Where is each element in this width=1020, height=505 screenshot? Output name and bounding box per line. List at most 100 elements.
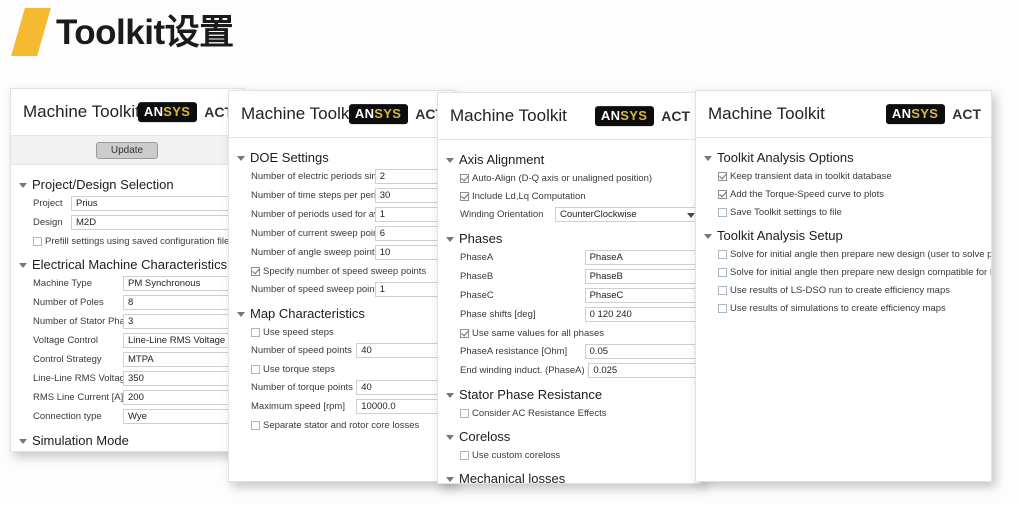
text-field[interactable]: 200 <box>123 390 243 405</box>
dropdown-field[interactable]: CounterClockwise <box>555 207 700 222</box>
field-row[interactable]: Line-Line RMS Voltage [V] 350 <box>11 370 243 387</box>
checkbox-row[interactable]: Use results of simulations to create eff… <box>696 300 991 316</box>
caret-down-icon[interactable] <box>446 477 454 482</box>
field-row[interactable]: Number of periods used for aver... 1 <box>229 206 454 223</box>
field-row[interactable]: Number of Poles 8 <box>11 294 243 311</box>
field-row[interactable]: Maximum speed [rpm] 10000.0 <box>229 398 454 415</box>
field-row[interactable]: End winding induct. (PhaseA) [mH] 0.025 <box>438 362 700 379</box>
caret-down-icon[interactable] <box>237 312 245 317</box>
field-row[interactable]: Number of Stator Phases 3 <box>11 313 243 330</box>
machine-toolkit-panel-2[interactable]: Machine Toolkit ANSYS ACT DOE Settings Numbe… <box>228 90 455 482</box>
text-field[interactable]: Wye <box>123 409 243 424</box>
caret-down-icon[interactable] <box>446 158 454 163</box>
checkbox-unchecked-icon[interactable] <box>251 364 260 374</box>
checkbox-row[interactable]: Use custom coreloss <box>438 447 700 463</box>
text-field[interactable]: 0 120 240 <box>584 307 700 322</box>
text-field[interactable]: 0.05 <box>584 344 700 359</box>
field-row[interactable]: Number of angle sweep points 10 <box>229 244 454 261</box>
caret-down-icon[interactable] <box>19 263 27 268</box>
group-header[interactable]: Toolkit Analysis Setup <box>696 224 991 246</box>
group-header[interactable]: Mechanical losses <box>438 467 700 483</box>
field-row[interactable]: Number of speed sweep points 1 <box>229 281 454 298</box>
field-row[interactable]: PhaseB PhaseB <box>438 268 700 285</box>
checkbox-unchecked-icon[interactable] <box>251 327 260 337</box>
checkbox-checked-icon[interactable] <box>460 191 469 201</box>
field-row[interactable]: PhaseA PhaseA <box>438 249 700 266</box>
update-button[interactable]: Update <box>95 141 159 159</box>
checkbox-row[interactable]: Add the Torque-Speed curve to plots <box>696 186 991 202</box>
field-row[interactable]: Simulation ModeMotor <box>11 451 243 452</box>
checkbox-unchecked-icon[interactable] <box>33 236 42 246</box>
group-header[interactable]: Project/Design Selection <box>11 173 243 195</box>
checkbox-unchecked-icon[interactable] <box>460 450 469 460</box>
text-field[interactable]: 8 <box>123 295 243 310</box>
checkbox-row[interactable]: Use same values for all phases <box>438 325 700 341</box>
group-header[interactable]: Axis Alignment <box>438 148 700 170</box>
group-header[interactable]: Electrical Machine Characteristics <box>11 253 243 275</box>
caret-down-icon[interactable] <box>446 435 454 440</box>
text-field[interactable]: PhaseB <box>584 269 700 284</box>
text-field[interactable]: 3 <box>123 314 243 329</box>
checkbox-unchecked-icon[interactable] <box>251 420 260 430</box>
text-field[interactable]: PhaseC <box>584 288 700 303</box>
dropdown-field[interactable]: Prius <box>71 196 241 211</box>
field-row[interactable]: Winding Orientation CounterClockwise <box>438 206 700 223</box>
checkbox-row[interactable]: Specify number of speed sweep points <box>229 263 454 279</box>
field-row[interactable]: Number of torque points 40 <box>229 379 454 396</box>
checkbox-row[interactable]: Separate stator and rotor core losses <box>229 417 454 433</box>
caret-down-icon[interactable] <box>19 439 27 444</box>
field-row[interactable]: Machine Type PM Synchronous <box>11 275 243 292</box>
text-field[interactable]: 0.025 <box>588 363 700 378</box>
checkbox-row[interactable]: Use results of LS-DSO run to create effi… <box>696 282 991 298</box>
field-row[interactable]: RMS Line Current [A] 200 <box>11 389 243 406</box>
machine-toolkit-panel-4[interactable]: Machine Toolkit ANSYS ACT Toolkit Analysis … <box>695 90 992 482</box>
caret-down-icon[interactable] <box>237 156 245 161</box>
chevron-down-icon[interactable] <box>687 212 695 218</box>
group-header[interactable]: Map Characteristics <box>229 302 454 324</box>
checkbox-row[interactable]: Prefill settings using saved configurati… <box>11 233 243 249</box>
group-header[interactable]: Stator Phase Resistance <box>438 383 700 405</box>
field-row[interactable]: Number of speed points 40 <box>229 342 454 359</box>
text-field[interactable]: Line-Line RMS Voltage <box>123 333 243 348</box>
text-field[interactable]: PhaseA <box>584 250 700 265</box>
machine-toolkit-panel-1[interactable]: Machine Toolkit ANSYS ACT Update Project/Des… <box>10 88 244 452</box>
text-field[interactable]: PM Synchronous <box>123 276 243 291</box>
checkbox-unchecked-icon[interactable] <box>718 267 727 277</box>
checkbox-unchecked-icon[interactable] <box>718 207 727 217</box>
checkbox-row[interactable]: Keep transient data in toolkit database <box>696 168 991 184</box>
checkbox-checked-icon[interactable] <box>718 189 727 199</box>
field-row[interactable]: Control Strategy MTPA <box>11 351 243 368</box>
field-row[interactable]: PhaseC PhaseC <box>438 287 700 304</box>
checkbox-checked-icon[interactable] <box>718 171 727 181</box>
group-header[interactable]: Coreloss <box>438 425 700 447</box>
checkbox-row[interactable]: Include Ld,Lq Computation <box>438 188 700 204</box>
checkbox-row[interactable]: Use torque steps <box>229 361 454 377</box>
field-row[interactable]: Number of electric periods simu... 2 <box>229 168 454 185</box>
field-row[interactable]: Project Prius <box>11 195 243 212</box>
group-header[interactable]: DOE Settings <box>229 146 454 168</box>
group-header[interactable]: Toolkit Analysis Options <box>696 146 991 168</box>
checkbox-checked-icon[interactable] <box>460 328 469 338</box>
checkbox-row[interactable]: Save Toolkit settings to file <box>696 204 991 220</box>
field-row[interactable]: Design M2D <box>11 214 243 231</box>
field-row[interactable]: Voltage Control Line-Line RMS Voltage <box>11 332 243 349</box>
machine-toolkit-panel-3[interactable]: Machine Toolkit ANSYS ACT Axis Alignment Aut… <box>437 92 701 484</box>
checkbox-checked-icon[interactable] <box>251 266 260 276</box>
caret-down-icon[interactable] <box>446 393 454 398</box>
checkbox-row[interactable]: Consider AC Resistance Effects <box>438 405 700 421</box>
dropdown-field[interactable]: M2D <box>71 215 241 230</box>
caret-down-icon[interactable] <box>446 237 454 242</box>
group-header[interactable]: Simulation Mode <box>11 429 243 451</box>
checkbox-row[interactable]: Auto-Align (D-Q axis or unaligned positi… <box>438 170 700 186</box>
checkbox-row[interactable]: Solve for initial angle then prepare new… <box>696 264 991 280</box>
checkbox-row[interactable]: Solve for initial angle then prepare new… <box>696 246 991 262</box>
field-row[interactable]: Number of current sweep points 6 <box>229 225 454 242</box>
checkbox-unchecked-icon[interactable] <box>718 285 727 295</box>
checkbox-unchecked-icon[interactable] <box>460 408 469 418</box>
field-row[interactable]: PhaseA resistance [Ohm] 0.05 <box>438 343 700 360</box>
checkbox-checked-icon[interactable] <box>460 173 469 183</box>
field-row[interactable]: Phase shifts [deg] 0 120 240 <box>438 306 700 323</box>
text-field[interactable]: MTPA <box>123 352 243 367</box>
field-row[interactable]: Connection type Wye <box>11 408 243 425</box>
field-row[interactable]: Number of time steps per period 30 <box>229 187 454 204</box>
